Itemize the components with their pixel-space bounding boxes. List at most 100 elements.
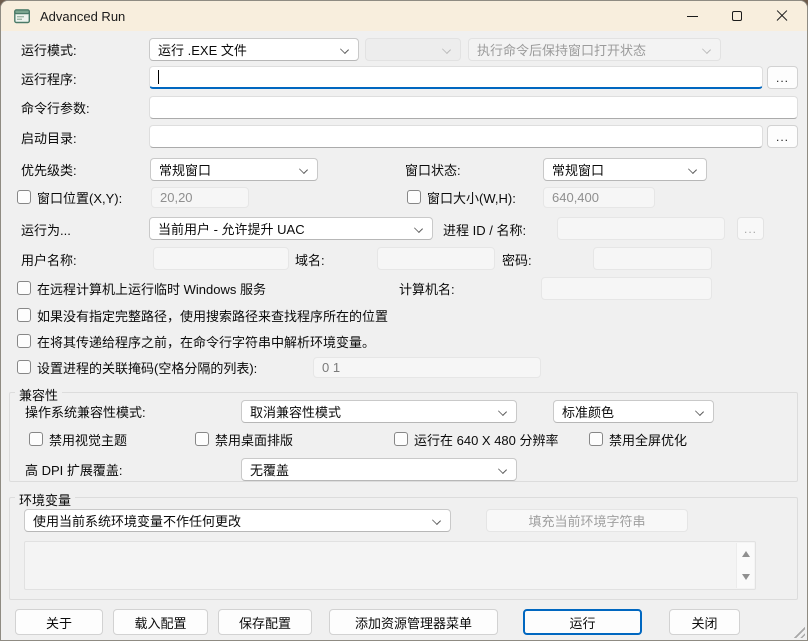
window-state-select[interactable]: 常规窗口 xyxy=(543,158,707,181)
chevron-down-icon xyxy=(688,165,697,174)
high-dpi-select[interactable]: 无覆盖 xyxy=(241,458,517,481)
window-position-value: 20,20 xyxy=(160,190,193,205)
maximize-button[interactable] xyxy=(715,1,759,31)
chevron-down-icon xyxy=(299,165,308,174)
close-button[interactable] xyxy=(760,1,804,31)
priority-label: 优先级类: xyxy=(21,163,77,178)
run-button[interactable]: 运行 xyxy=(523,609,642,635)
keep-window-open-value: 执行命令后保持窗口打开状态 xyxy=(477,40,646,59)
window-position-label: 窗口位置(X,Y): xyxy=(37,191,122,206)
run-mode-label: 运行模式: xyxy=(21,43,77,58)
environment-textarea xyxy=(24,541,756,590)
run-640x480-checkbox[interactable] xyxy=(394,432,408,446)
window-state-label: 窗口状态: xyxy=(405,163,461,178)
resize-grip[interactable] xyxy=(791,624,805,638)
computer-name-input xyxy=(541,277,712,300)
os-compat-label: 操作系统兼容性模式: xyxy=(25,405,146,420)
search-path-checkbox[interactable] xyxy=(17,308,31,322)
minimize-icon xyxy=(687,16,698,17)
affinity-checkbox[interactable] xyxy=(17,360,31,374)
priority-select[interactable]: 常规窗口 xyxy=(150,158,318,181)
run-program-browse-button[interactable]: ... xyxy=(767,66,798,89)
run-as-select[interactable]: 当前用户 - 允许提升 UAC xyxy=(149,217,433,240)
run-program-input[interactable] xyxy=(149,66,763,89)
environment-scrollbar[interactable] xyxy=(736,543,754,588)
run-640x480-label: 运行在 640 X 480 分辨率 xyxy=(414,433,559,448)
chevron-down-icon xyxy=(702,45,711,54)
password-input xyxy=(593,247,712,270)
disable-visual-themes-checkbox[interactable] xyxy=(29,432,43,446)
keep-window-open-select: 执行命令后保持窗口打开状态 xyxy=(468,38,721,61)
remote-service-checkbox[interactable] xyxy=(17,281,31,295)
chevron-down-icon xyxy=(414,224,423,233)
save-config-button[interactable]: 保存配置 xyxy=(218,609,312,635)
process-id-label: 进程 ID / 名称: xyxy=(443,223,526,238)
window-size-value: 640,400 xyxy=(552,190,599,205)
environment-mode-select[interactable]: 使用当前系统环境变量不作任何更改 xyxy=(24,509,451,532)
close-dialog-button[interactable]: 关闭 xyxy=(669,609,740,635)
priority-value: 常规窗口 xyxy=(159,160,211,179)
chevron-down-icon xyxy=(442,45,451,54)
window-title: Advanced Run xyxy=(40,9,125,24)
chevron-down-icon xyxy=(498,465,507,474)
run-as-value: 当前用户 - 允许提升 UAC xyxy=(158,219,305,238)
start-dir-browse-button[interactable]: ... xyxy=(767,125,798,148)
close-icon xyxy=(776,10,788,22)
scroll-up-icon xyxy=(742,551,750,557)
disable-desktop-composition-checkbox[interactable] xyxy=(195,432,209,446)
cmd-args-input[interactable] xyxy=(149,96,798,119)
run-program-label: 运行程序: xyxy=(21,72,77,87)
disable-fullscreen-optimization-label: 禁用全屏优化 xyxy=(609,433,687,448)
chevron-down-icon xyxy=(340,45,349,54)
scroll-down-icon xyxy=(742,574,750,580)
os-compat-select[interactable]: 取消兼容性模式 xyxy=(241,400,517,423)
remote-service-label: 在远程计算机上运行临时 Windows 服务 xyxy=(37,282,266,297)
window-size-checkbox[interactable] xyxy=(407,190,421,204)
run-mode-select[interactable]: 运行 .EXE 文件 xyxy=(149,38,359,61)
window-position-input: 20,20 xyxy=(151,187,249,208)
domain-label: 域名: xyxy=(295,253,325,268)
run-mode-value: 运行 .EXE 文件 xyxy=(158,40,247,59)
high-dpi-label: 高 DPI 扩展覆盖: xyxy=(25,463,123,478)
color-mode-select[interactable]: 标准颜色 xyxy=(553,400,714,423)
window-size-label: 窗口大小(W,H): xyxy=(427,191,516,206)
color-mode-value: 标准颜色 xyxy=(562,402,614,421)
parse-env-label: 在将其传递给程序之前，在命令行字符串中解析环境变量。 xyxy=(37,335,375,350)
app-icon xyxy=(14,9,31,24)
parse-env-checkbox[interactable] xyxy=(17,334,31,348)
window-position-checkbox[interactable] xyxy=(17,190,31,204)
domain-input xyxy=(377,247,495,270)
chevron-down-icon xyxy=(695,407,704,416)
cmd-args-label: 命令行参数: xyxy=(21,101,90,116)
process-id-browse-button: ... xyxy=(737,217,764,240)
chevron-down-icon xyxy=(498,407,507,416)
minimize-button[interactable] xyxy=(670,1,714,31)
window-state-value: 常规窗口 xyxy=(552,160,604,179)
start-dir-input[interactable] xyxy=(149,125,763,148)
process-id-input xyxy=(557,217,725,240)
user-name-input xyxy=(153,247,289,270)
disable-visual-themes-label: 禁用视觉主题 xyxy=(49,433,127,448)
text-caret xyxy=(158,70,159,84)
affinity-value: 0 1 xyxy=(322,360,340,375)
search-path-label: 如果没有指定完整路径，使用搜索路径来查找程序所在的位置 xyxy=(37,309,388,324)
add-explorer-menu-button[interactable]: 添加资源管理器菜单 xyxy=(329,609,498,635)
run-as-label: 运行为... xyxy=(21,223,71,238)
password-label: 密码: xyxy=(502,253,532,268)
disable-fullscreen-optimization-checkbox[interactable] xyxy=(589,432,603,446)
environment-group-title: 环境变量 xyxy=(15,490,75,509)
chevron-down-icon xyxy=(432,516,441,525)
fill-environment-button: 填充当前环境字符串 xyxy=(486,509,688,532)
high-dpi-value: 无覆盖 xyxy=(250,460,289,479)
window-size-input: 640,400 xyxy=(543,187,655,208)
disable-desktop-composition-label: 禁用桌面排版 xyxy=(215,433,293,448)
affinity-input: 0 1 xyxy=(313,357,541,378)
user-name-label: 用户名称: xyxy=(21,253,77,268)
compatibility-group-title: 兼容性 xyxy=(15,385,62,404)
titlebar: Advanced Run xyxy=(1,1,807,31)
load-config-button[interactable]: 载入配置 xyxy=(113,609,208,635)
computer-name-label: 计算机名: xyxy=(399,282,455,297)
environment-mode-value: 使用当前系统环境变量不作任何更改 xyxy=(33,511,241,530)
advanced-run-window: Advanced Run 运行模式: 运行 .EXE 文件 执行命令后保持窗口打… xyxy=(0,0,808,641)
about-button[interactable]: 关于 xyxy=(15,609,103,635)
